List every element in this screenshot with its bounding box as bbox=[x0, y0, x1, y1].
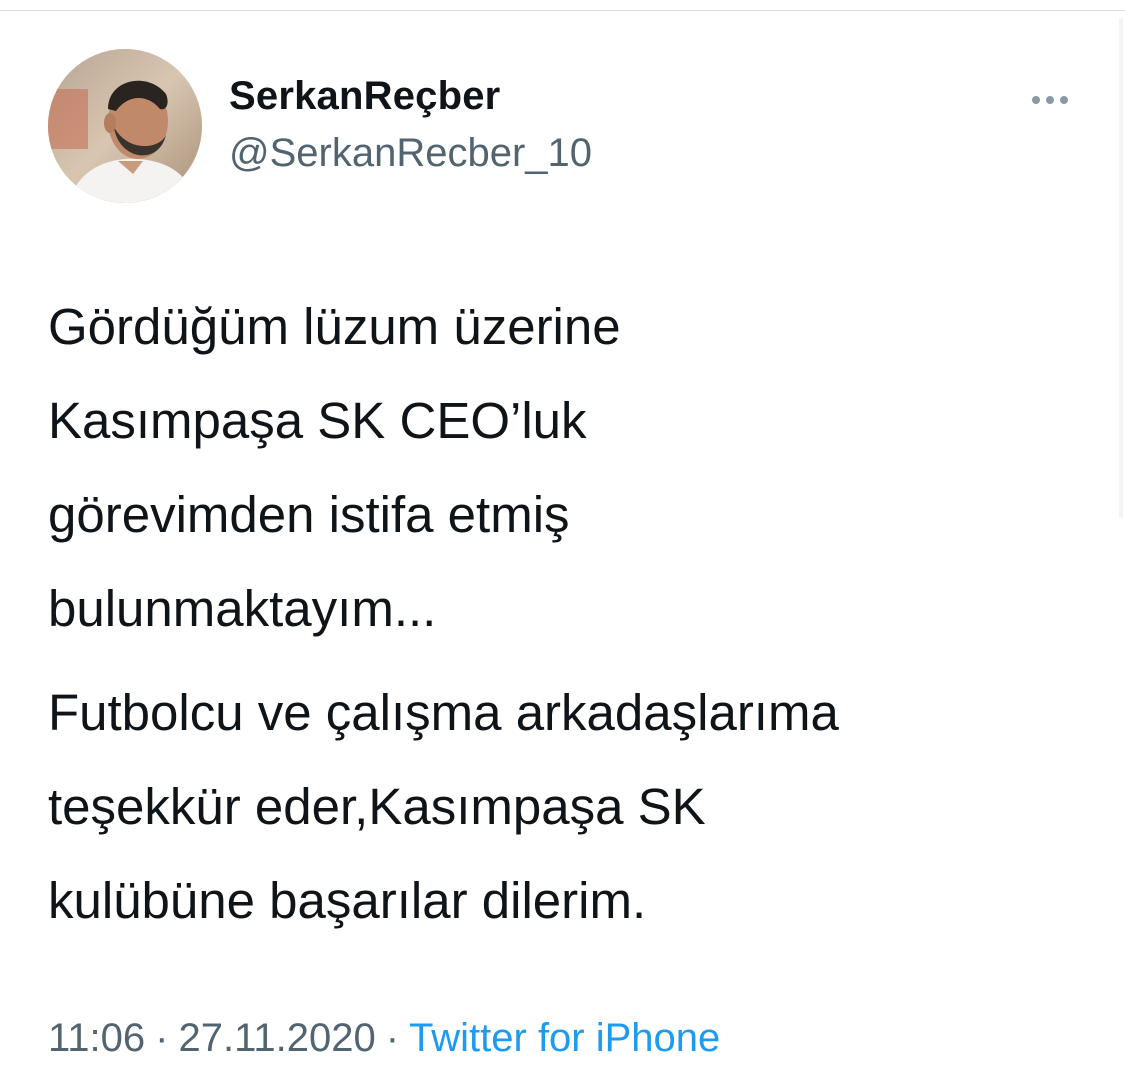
tweet-time[interactable]: 11:06 bbox=[48, 1016, 145, 1060]
author-handle[interactable]: @SerkanRecber_10 bbox=[229, 131, 592, 176]
tweet-line: Futbolcu ve çalışma arkadaşlarıma bbox=[48, 684, 839, 741]
tweet-paragraph: Gördüğüm lüzum üzerine Kasımpaşa SK CEO’… bbox=[48, 280, 1088, 656]
tweet-line: bulunmaktayım... bbox=[48, 580, 437, 637]
tweet-line: Gördüğüm lüzum üzerine bbox=[48, 298, 621, 355]
scroll-edge bbox=[1119, 18, 1123, 518]
tweet-line: teşekkür eder,Kasımpaşa SK bbox=[48, 778, 706, 835]
author-display-name[interactable]: SerkanReçber bbox=[229, 74, 500, 119]
tweet-line: kulübüne başarılar dilerim. bbox=[48, 872, 647, 929]
avatar-photo bbox=[48, 49, 202, 203]
tweet-date[interactable]: 27.11.2020 bbox=[178, 1016, 375, 1060]
tweet-metadata: 11:06 · 27.11.2020 · Twitter for iPhone bbox=[48, 1016, 720, 1061]
avatar[interactable] bbox=[48, 49, 202, 203]
tweet-source-link[interactable]: Twitter for iPhone bbox=[409, 1016, 720, 1060]
tweet-line: Kasımpaşa SK CEO’luk bbox=[48, 392, 587, 449]
top-divider bbox=[0, 10, 1125, 11]
tweet-text: Gördüğüm lüzum üzerine Kasımpaşa SK CEO’… bbox=[48, 280, 1088, 948]
tweet-paragraph: Futbolcu ve çalışma arkadaşlarıma teşekk… bbox=[48, 666, 1088, 948]
meta-separator: · bbox=[385, 1016, 400, 1060]
tweet-line: görevimden istifa etmiş bbox=[48, 486, 570, 543]
meta-separator: · bbox=[155, 1016, 169, 1060]
more-options-button[interactable] bbox=[1022, 84, 1078, 116]
more-horizontal-icon bbox=[1029, 96, 1071, 104]
